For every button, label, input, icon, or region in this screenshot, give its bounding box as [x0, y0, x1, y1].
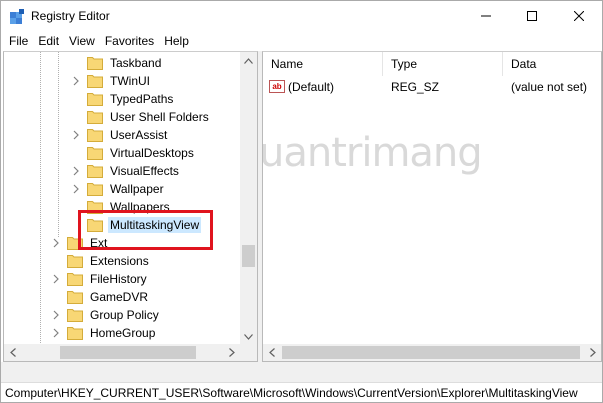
maximize-icon	[527, 11, 537, 21]
registry-editor-icon	[10, 9, 24, 24]
folder-icon	[87, 147, 103, 160]
value-type: REG_SZ	[391, 80, 440, 94]
menu-view[interactable]: View	[64, 31, 100, 51]
tree-vscroll-thumb[interactable]	[242, 245, 255, 267]
folder-icon	[87, 165, 103, 178]
value-data: (value not set)	[511, 80, 588, 94]
scroll-down-arrow[interactable]	[240, 328, 257, 345]
scroll-left-arrow[interactable]	[4, 344, 21, 361]
menu-favorites[interactable]: Favorites	[100, 31, 159, 51]
highlight-annotation-box	[78, 210, 213, 250]
menu-file[interactable]: File	[4, 31, 33, 51]
chevron-up-icon	[244, 57, 253, 64]
tree-item[interactable]: Extensions	[67, 252, 151, 270]
expand-chevron-icon[interactable]	[71, 76, 81, 86]
string-value-icon: ab	[269, 80, 285, 93]
scroll-right-arrow[interactable]	[223, 344, 240, 361]
tree-item-label: Taskband	[110, 56, 162, 70]
tree-item-label: HomeGroup	[90, 326, 156, 340]
menu-help[interactable]: Help	[159, 31, 194, 51]
list-hscroll-thumb[interactable]	[282, 346, 580, 359]
chevron-down-icon	[244, 333, 253, 340]
expand-chevron-icon[interactable]	[51, 310, 61, 320]
tree-item[interactable]: FileHistory	[67, 270, 149, 288]
list-scroll-left-arrow[interactable]	[263, 344, 280, 361]
tree-item[interactable]: User Shell Folders	[87, 108, 211, 126]
tree-item[interactable]: Taskband	[87, 54, 163, 72]
column-header-data[interactable]: Data	[503, 52, 601, 76]
expand-chevron-icon[interactable]	[71, 184, 81, 194]
list-horizontal-scrollbar[interactable]	[263, 344, 601, 361]
tree-item[interactable]: GameDVR	[67, 288, 150, 306]
tree-item[interactable]: Group Policy	[67, 306, 161, 324]
tree-horizontal-scrollbar[interactable]	[4, 344, 240, 361]
tree-item[interactable]: TypedPaths	[87, 90, 175, 108]
chevron-left-icon	[9, 348, 16, 357]
folder-icon	[67, 273, 83, 286]
tree-item[interactable]: TWinUI	[87, 72, 152, 90]
maximize-button[interactable]	[509, 1, 555, 31]
expand-chevron-icon[interactable]	[51, 238, 61, 248]
tree-item-label: TypedPaths	[110, 92, 174, 106]
window-title: Registry Editor	[31, 9, 110, 23]
tree-item-label: Group Policy	[90, 308, 159, 322]
status-spacer	[1, 362, 602, 382]
value-name: (Default)	[288, 80, 335, 94]
tree-item-label: Wallpaper	[110, 182, 164, 196]
column-header-name[interactable]: Name	[263, 52, 383, 76]
value-row[interactable]: ab (Default) REG_SZ (value not set)	[263, 78, 601, 96]
column-header-type[interactable]: Type	[383, 52, 503, 76]
folder-icon	[67, 291, 83, 304]
list-scroll-right-arrow[interactable]	[584, 344, 601, 361]
tree-vertical-scrollbar[interactable]	[240, 52, 257, 345]
tree-item-label: TWinUI	[110, 74, 150, 88]
tree-item[interactable]: VirtualDesktops	[87, 144, 196, 162]
tree-item-label: User Shell Folders	[110, 110, 209, 124]
menu-bar: File Edit View Favorites Help	[1, 31, 602, 51]
close-icon	[574, 11, 584, 21]
status-bar-path: Computer\HKEY_CURRENT_USER\Software\Micr…	[1, 382, 602, 402]
expand-chevron-icon[interactable]	[71, 166, 81, 176]
minimize-button[interactable]	[463, 1, 509, 31]
tree-item[interactable]: VisualEffects	[87, 162, 181, 180]
tree-item-label: UserAssist	[110, 128, 168, 142]
folder-icon	[67, 327, 83, 340]
expand-chevron-icon[interactable]	[51, 274, 61, 284]
folder-icon	[87, 183, 103, 196]
watermark-text: uantrimang	[262, 130, 483, 176]
tree-item[interactable]: HomeGroup	[67, 324, 157, 342]
folder-icon	[87, 75, 103, 88]
chevron-right-icon	[589, 348, 596, 357]
key-tree-pane[interactable]: Taskband TWinUI TypedPaths User Shell Folde…	[3, 51, 258, 362]
tree-hscroll-thumb[interactable]	[60, 346, 196, 359]
close-button[interactable]	[556, 1, 602, 31]
folder-icon	[87, 111, 103, 124]
menu-edit[interactable]: Edit	[33, 31, 64, 51]
tree-item-label: VirtualDesktops	[110, 146, 194, 160]
folder-icon	[67, 255, 83, 268]
tree-item-label: VisualEffects	[110, 164, 179, 178]
folder-icon	[87, 129, 103, 142]
scroll-up-arrow[interactable]	[240, 52, 257, 69]
chevron-right-icon	[228, 348, 235, 357]
registry-editor-window: Registry Editor File Edit View Favorites…	[0, 0, 603, 403]
tree-item[interactable]: UserAssist	[87, 126, 169, 144]
tree-item-label: FileHistory	[90, 272, 147, 286]
expand-chevron-icon[interactable]	[71, 130, 81, 140]
folder-icon	[87, 57, 103, 70]
chevron-left-icon	[268, 348, 275, 357]
tree-item-label: Extensions	[90, 254, 149, 268]
expand-chevron-icon[interactable]	[51, 328, 61, 338]
title-bar[interactable]: Registry Editor	[1, 1, 602, 31]
list-header: Name Type Data	[263, 52, 601, 76]
values-list-pane[interactable]: Name Type Data ab (Default) REG_SZ (valu…	[262, 51, 602, 362]
tree-item-label: GameDVR	[90, 290, 149, 304]
folder-icon	[67, 309, 83, 322]
folder-icon	[87, 93, 103, 106]
minimize-icon	[481, 15, 491, 17]
tree-item[interactable]: Wallpaper	[87, 180, 166, 198]
scroll-corner	[240, 344, 257, 361]
